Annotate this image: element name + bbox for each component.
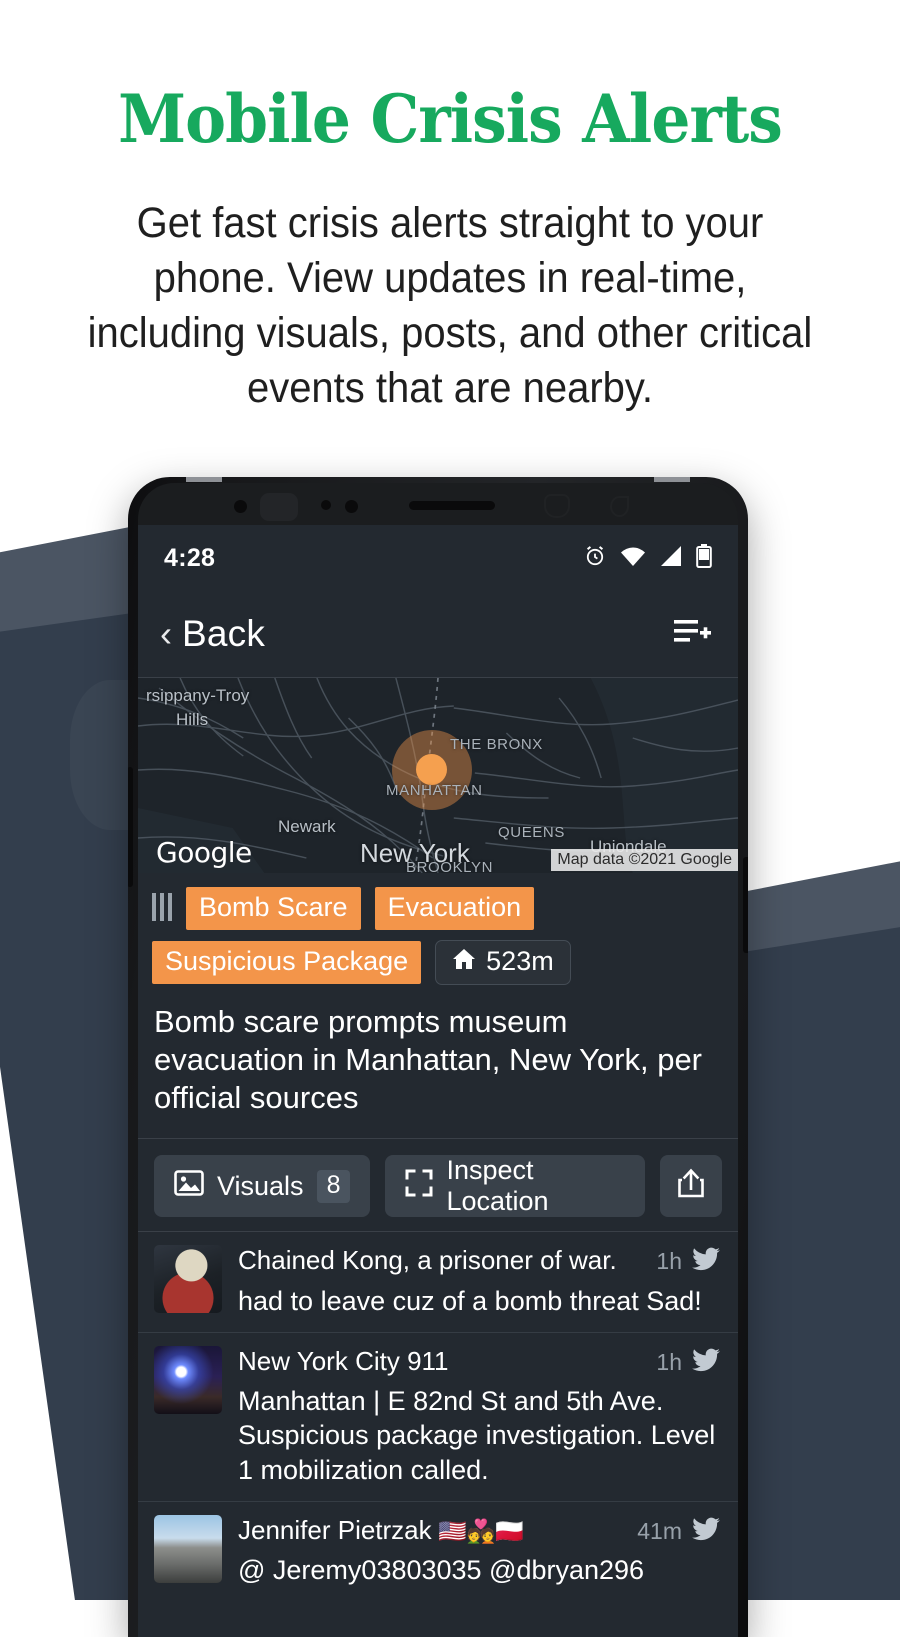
map-label: Hills: [176, 710, 209, 729]
tweet-header: Chained Kong, a prisoner of war. 1h: [238, 1245, 720, 1276]
map-label: QUEENS: [498, 824, 565, 841]
share-icon: [677, 1168, 705, 1205]
twitter-icon: [692, 1517, 720, 1546]
tweet-author-name: Chained Kong, a prisoner of war.: [238, 1245, 617, 1276]
share-button[interactable]: [660, 1155, 722, 1218]
tweet-timestamp: 41m: [637, 1517, 682, 1544]
tweet-author-name: New York City 911: [238, 1345, 449, 1376]
phone-bezel-top: [138, 483, 738, 525]
map-label: BROOKLYN: [406, 859, 494, 873]
tweet-author-name: Jennifer Pietrzak 🇺🇸💑🇵🇱: [238, 1514, 524, 1545]
proximity-sensor-icon: [321, 500, 331, 510]
tweet-text: had to leave cuz of a bomb threat Sad!: [238, 1285, 702, 1316]
inspect-location-label: Inspect Location: [446, 1155, 549, 1217]
wifi-icon: [620, 545, 646, 572]
tweet-item[interactable]: New York City 911 1h Manhattan | E 82nd St…: [138, 1331, 738, 1501]
page-title: Mobile Crisis Alerts: [118, 80, 783, 158]
front-camera-icon: [234, 500, 247, 513]
google-logo: Google: [156, 836, 252, 869]
back-button-label: Back: [182, 613, 266, 654]
volume-button[interactable]: [128, 767, 133, 887]
tweet-meta: 41m: [637, 1517, 720, 1546]
bezel-sensor-a: [544, 494, 570, 518]
author-emoji: 🇺🇸💑🇵🇱: [431, 1517, 524, 1544]
avatar: [154, 1245, 222, 1314]
bezel-sensor-b: [610, 496, 629, 517]
back-button[interactable]: ‹ Back: [160, 613, 265, 655]
image-icon: [174, 1170, 204, 1203]
map-attribution: Map data ©2021 Google: [551, 849, 738, 871]
status-time: 4:28: [164, 543, 216, 572]
tweet-meta: 1h: [656, 1247, 720, 1276]
page-subtitle: Get fast crisis alerts straight to your …: [87, 199, 813, 413]
status-icons: [583, 543, 712, 573]
distance-chip[interactable]: 523m: [435, 940, 571, 986]
tweet-item[interactable]: Jennifer Pietrzak 🇺🇸💑🇵🇱 41m @ Jeremy038030…: [138, 1500, 738, 1601]
tweet-timestamp: 1h: [656, 1248, 682, 1275]
phone-mockup: 4:28 ‹ Back rsippany-Troy Hills THE BRON…: [128, 477, 748, 1637]
tweet-body: Jennifer Pietrzak 🇺🇸💑🇵🇱 41m @ Jeremy038030…: [238, 1515, 720, 1587]
alert-headline: Bomb scare prompts museum evacuation in …: [154, 1004, 703, 1115]
fullscreen-icon: [405, 1169, 433, 1204]
map-label: Newark: [278, 817, 336, 836]
tweet-timestamp: 1h: [656, 1348, 682, 1375]
tweet-meta: 1h: [656, 1348, 720, 1377]
tweet-header: New York City 911 1h: [238, 1346, 720, 1377]
map-label: THE BRONX: [450, 736, 543, 753]
battery-icon: [696, 543, 712, 573]
map-marker-icon: [416, 754, 447, 785]
inspect-location-button[interactable]: Inspect Location: [385, 1155, 645, 1218]
alarm-icon: [583, 544, 607, 573]
action-button-row: Visuals 8 Inspect Location: [138, 1139, 738, 1231]
earpiece-speaker: [409, 501, 495, 510]
visuals-count: 8: [316, 1169, 351, 1203]
drag-handle-icon[interactable]: [152, 893, 172, 921]
tag-row: Bomb Scare Evacuation Suspicious Package…: [138, 873, 738, 989]
twitter-icon: [692, 1247, 720, 1276]
hero-section: Mobile Crisis Alerts Get fast crisis ale…: [0, 0, 900, 416]
app-header: ‹ Back: [138, 591, 738, 677]
tweet-header: Jennifer Pietrzak 🇺🇸💑🇵🇱 41m: [238, 1515, 720, 1546]
chevron-left-icon: ‹: [160, 613, 172, 654]
tweet-item[interactable]: Chained Kong, a prisoner of war. 1h had to…: [138, 1232, 738, 1331]
tweet-text: @ Jeremy03803035 @dbryan296: [238, 1555, 645, 1586]
tag-chip[interactable]: Evacuation: [374, 887, 535, 931]
home-icon: [452, 946, 476, 977]
cellular-signal-icon: [659, 545, 683, 572]
map-label: MANHATTAN: [386, 782, 483, 799]
avatar: [154, 1514, 222, 1583]
playlist-add-icon[interactable]: [674, 618, 712, 651]
tag-chip[interactable]: Suspicious Package: [152, 941, 422, 985]
antenna-line-right: [654, 477, 690, 482]
light-sensor-icon: [345, 500, 358, 513]
map-preview[interactable]: rsippany-Troy Hills THE BRONX MANHATTAN Newa…: [138, 678, 738, 873]
iris-sensor: [260, 493, 298, 521]
distance-value: 523m: [486, 946, 554, 977]
tweet-body: New York City 911 1h Manhattan | E 82nd St…: [238, 1346, 720, 1487]
power-button[interactable]: [743, 857, 748, 953]
visuals-label: Visuals: [217, 1170, 304, 1201]
tag-chip[interactable]: Bomb Scare: [186, 887, 361, 931]
map-label: rsippany-Troy: [146, 686, 250, 705]
status-bar: 4:28: [138, 525, 738, 591]
tweet-list: Chained Kong, a prisoner of war. 1h had to…: [138, 1232, 738, 1601]
visuals-button[interactable]: Visuals 8: [154, 1155, 371, 1218]
tweet-body: Chained Kong, a prisoner of war. 1h had to…: [238, 1245, 720, 1317]
avatar: [154, 1345, 222, 1414]
antenna-line-left: [186, 477, 222, 482]
twitter-icon: [692, 1348, 720, 1377]
tweet-text: Manhattan | E 82nd St and 5th Ave. Suspi…: [238, 1386, 716, 1485]
phone-screen: 4:28 ‹ Back rsippany-Troy Hills THE BRON…: [138, 525, 738, 1637]
